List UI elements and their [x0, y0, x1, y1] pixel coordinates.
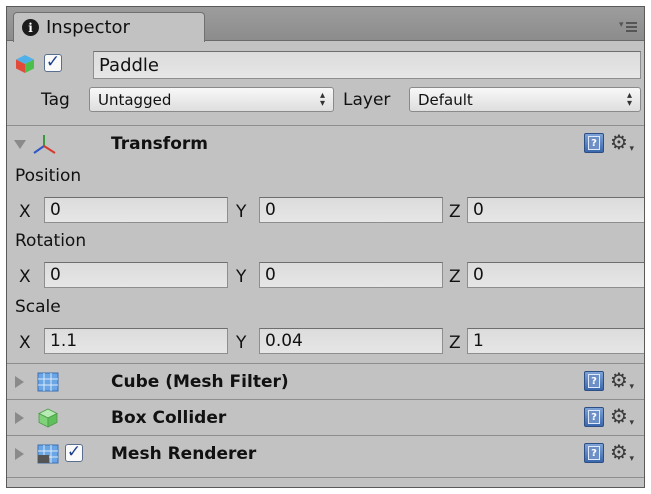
dropdown-arrows-icon: ▴ ▾: [626, 90, 632, 109]
info-icon: i: [22, 19, 39, 36]
gear-icon[interactable]: ⚙ ▾: [610, 368, 634, 392]
mesh-filter-title: Cube (Mesh Filter): [111, 372, 289, 392]
object-name-field[interactable]: Paddle: [93, 51, 641, 79]
help-icon[interactable]: ?: [584, 443, 604, 463]
divider: [7, 477, 644, 478]
rotation-z-field[interactable]: 0: [467, 262, 644, 288]
mesh-filter-icon: [37, 372, 59, 392]
check-icon: ✓: [45, 52, 61, 72]
gameobject-cube-icon: [16, 55, 34, 73]
gear-icon[interactable]: ⚙ ▾: [610, 440, 634, 464]
active-checkbox[interactable]: ✓: [44, 54, 62, 72]
scale-label: Scale: [15, 297, 61, 317]
layer-value: Default: [418, 90, 473, 109]
mesh-filter-header[interactable]: Cube (Mesh Filter) ? ⚙ ▾: [7, 363, 644, 399]
rotation-label: Rotation: [15, 231, 87, 251]
box-collider-icon: [38, 408, 58, 428]
dropdown-arrows-icon: ▴ ▾: [319, 90, 325, 109]
scale-y-field[interactable]: 0.04: [259, 328, 443, 354]
inspector-tab-bar: i Inspector ▾: [7, 7, 644, 42]
position-label: Position: [15, 166, 82, 186]
foldout-closed-icon[interactable]: [15, 376, 24, 388]
position-z-label: Z: [449, 202, 461, 222]
scale-x-field[interactable]: 1.1: [44, 328, 228, 354]
rotation-y-label: Y: [236, 267, 247, 287]
rotation-z-label: Z: [449, 267, 461, 287]
inspector-panel: i Inspector ▾ ✓ Paddle Tag Untagged ▴ ▾ L…: [6, 6, 645, 488]
position-x-label: X: [19, 202, 31, 222]
rotation-x-label: X: [19, 267, 31, 287]
help-icon[interactable]: ?: [584, 407, 604, 427]
tag-value: Untagged: [98, 90, 172, 109]
tag-dropdown[interactable]: Untagged ▴ ▾: [89, 87, 334, 112]
scale-z-label: Z: [449, 333, 461, 353]
position-x-field[interactable]: 0: [44, 197, 228, 223]
scale-z-field[interactable]: 1: [467, 328, 644, 354]
mesh-renderer-enabled-checkbox[interactable]: ✓: [65, 444, 83, 462]
rotation-x-field[interactable]: 0: [44, 262, 228, 288]
scale-x-label: X: [19, 333, 31, 353]
position-z-field[interactable]: 0: [467, 197, 644, 223]
help-icon[interactable]: ?: [584, 133, 604, 153]
gear-icon[interactable]: ⚙ ▾: [610, 130, 634, 154]
inspector-tab-label: Inspector: [46, 17, 130, 38]
transform-title: Transform: [111, 134, 208, 154]
box-collider-title: Box Collider: [111, 408, 227, 428]
tab-menu-icon[interactable]: ▾: [619, 20, 637, 32]
position-y-label: Y: [236, 202, 247, 222]
foldout-closed-icon[interactable]: [15, 448, 24, 460]
foldout-open-icon[interactable]: [14, 140, 26, 149]
mesh-renderer-title: Mesh Renderer: [111, 444, 257, 464]
help-icon[interactable]: ?: [584, 371, 604, 391]
position-y-field[interactable]: 0: [259, 197, 443, 223]
tag-layer-row: Tag Untagged ▴ ▾ Layer Default ▴ ▾: [7, 87, 644, 117]
rotation-y-field[interactable]: 0: [259, 262, 443, 288]
tag-label: Tag: [41, 90, 70, 110]
gear-icon[interactable]: ⚙ ▾: [610, 404, 634, 428]
mesh-renderer-icon: [37, 444, 59, 464]
transform-axes-icon: [33, 135, 56, 154]
box-collider-header[interactable]: Box Collider ? ⚙ ▾: [7, 399, 644, 435]
layer-label: Layer: [343, 90, 391, 110]
object-header: ✓ Paddle: [7, 47, 644, 79]
check-icon: ✓: [66, 442, 82, 462]
transform-header[interactable]: Transform ? ⚙ ▾: [7, 125, 644, 161]
inspector-tab[interactable]: i Inspector: [13, 12, 205, 42]
foldout-closed-icon[interactable]: [15, 412, 24, 424]
layer-dropdown[interactable]: Default ▴ ▾: [409, 87, 641, 112]
mesh-renderer-header[interactable]: ✓ Mesh Renderer ? ⚙ ▾: [7, 435, 644, 471]
scale-y-label: Y: [236, 333, 247, 353]
